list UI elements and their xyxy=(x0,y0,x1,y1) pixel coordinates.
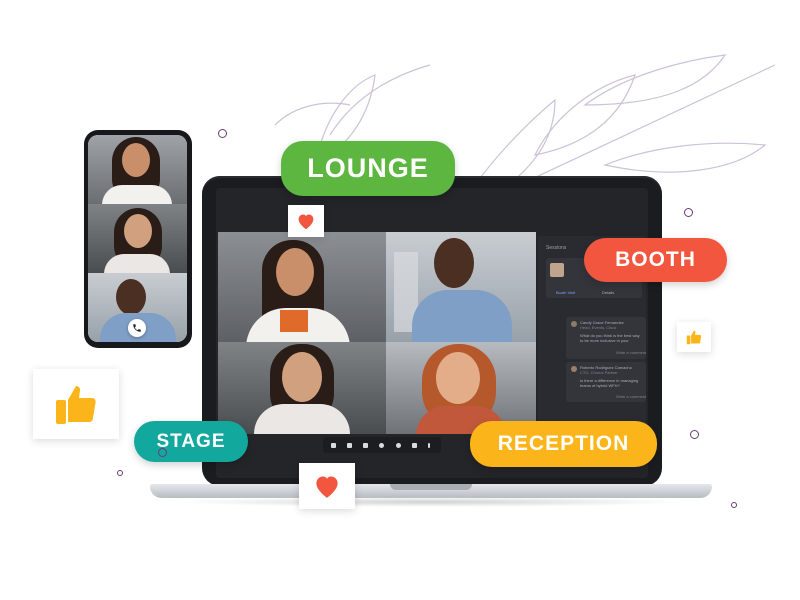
thumbs-up-card xyxy=(33,369,119,439)
write-comment-link[interactable]: Write a comment xyxy=(616,350,646,355)
phone-video-woman-1[interactable] xyxy=(88,135,187,204)
avatar xyxy=(571,321,577,327)
phone-video-woman-2[interactable] xyxy=(88,204,187,273)
emoji-icon[interactable] xyxy=(396,443,401,448)
write-comment-link[interactable]: Write a comment xyxy=(616,394,646,399)
heart-reaction-card xyxy=(299,463,355,509)
booth-visit-link[interactable]: Booth Visit xyxy=(556,290,575,295)
view-icon[interactable] xyxy=(379,443,384,448)
decorative-dot xyxy=(690,430,699,439)
heart-icon xyxy=(316,476,338,498)
message-meta: Head, Events, Cisco xyxy=(580,325,617,330)
video-tile-man[interactable] xyxy=(386,232,536,342)
thumbs-up-card xyxy=(677,322,711,352)
decorative-dot xyxy=(158,448,167,457)
message-text: What do you think is the best way to be … xyxy=(580,333,640,343)
avatar xyxy=(571,366,577,372)
video-tile-woman-2[interactable] xyxy=(218,342,386,434)
decorative-dot xyxy=(218,129,227,138)
screen-share-icon[interactable] xyxy=(363,443,368,448)
message-text: Is there a difference in managing teams … xyxy=(580,378,639,388)
poll-icon[interactable] xyxy=(412,443,417,448)
thumbs-up-icon xyxy=(56,386,96,424)
video-tile-woman-1[interactable] xyxy=(218,232,386,342)
booth-details-link[interactable]: Details xyxy=(602,290,614,295)
microphone-icon[interactable] xyxy=(347,443,352,448)
panel-title: Sessions xyxy=(546,245,567,251)
decorative-dot xyxy=(684,208,693,217)
thumbs-up-icon xyxy=(686,330,702,345)
camera-icon[interactable] xyxy=(331,443,336,448)
message-meta: CTO, Chorus Partner xyxy=(580,370,618,375)
lounge-label: LOUNGE xyxy=(281,141,455,196)
more-options-icon[interactable] xyxy=(428,443,430,448)
heart-icon xyxy=(298,214,314,230)
heart-reaction-card xyxy=(288,205,324,237)
phone-screen xyxy=(88,135,187,342)
reception-label: RECEPTION xyxy=(470,421,657,467)
phone-icon xyxy=(133,324,141,332)
decorative-dot xyxy=(117,470,123,476)
avatar xyxy=(550,263,564,277)
decorative-dot xyxy=(731,502,737,508)
booth-label: BOOTH xyxy=(584,238,727,282)
call-button[interactable] xyxy=(128,319,146,337)
laptop-shadow xyxy=(170,497,690,507)
laptop-notch xyxy=(390,484,472,490)
stage-label: STAGE xyxy=(134,421,248,462)
